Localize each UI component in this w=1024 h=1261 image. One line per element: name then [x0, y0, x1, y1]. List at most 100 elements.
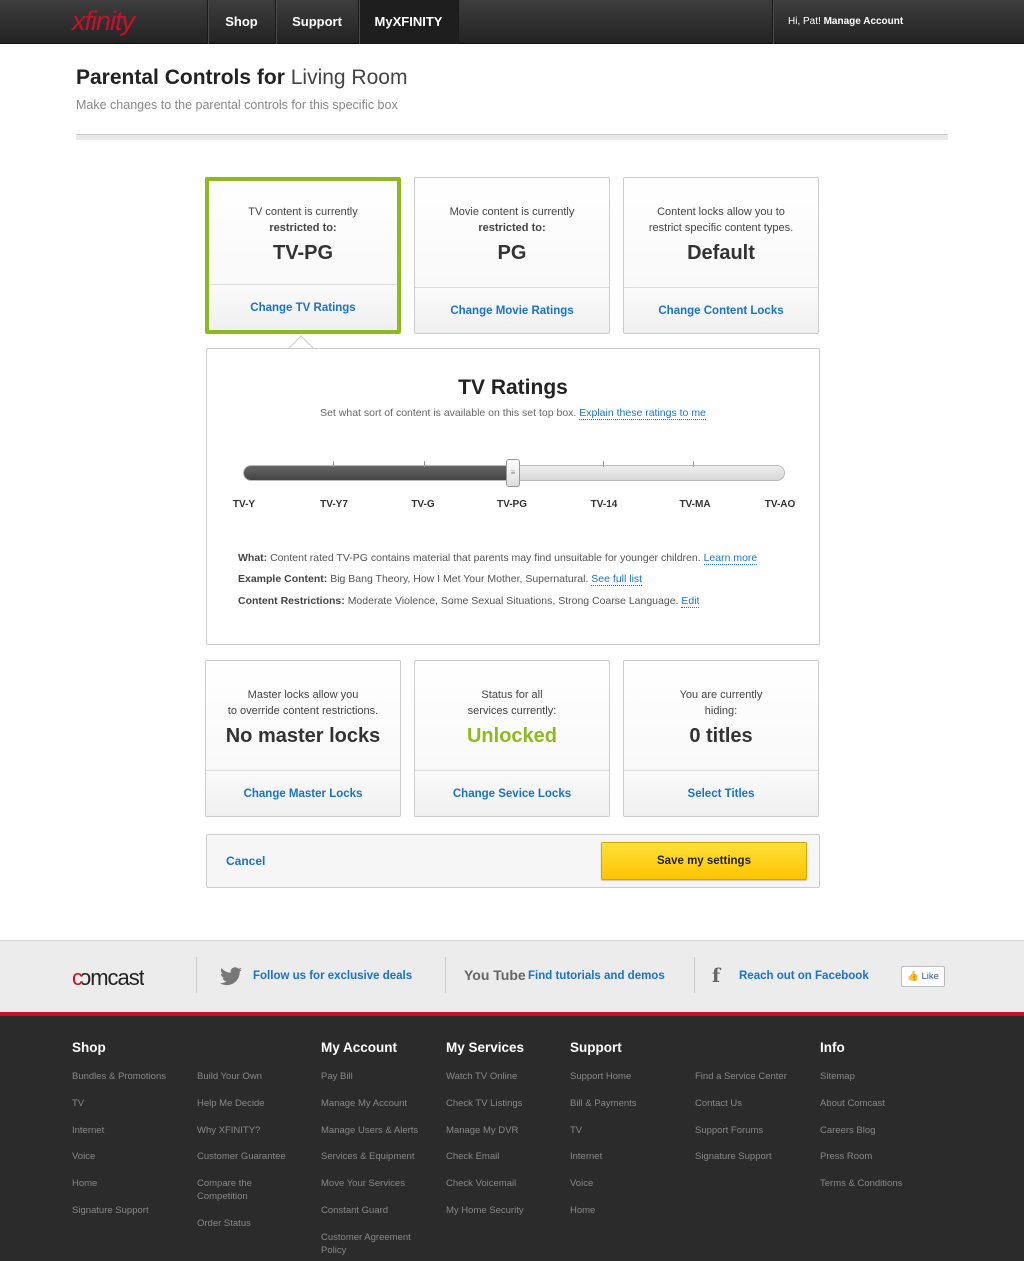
- xfinity-logo[interactable]: xfinity: [72, 6, 135, 37]
- slider-tick: [424, 461, 425, 467]
- twitter-link[interactable]: Follow us for exclusive deals: [253, 970, 412, 982]
- tv-ratings-panel: TV Ratings Set what sort of content is a…: [206, 348, 820, 645]
- top-nav: xfinity Shop Support MyXFINITY Hi, Pat! …: [0, 0, 1024, 44]
- footer-link[interactable]: Order Status: [197, 1217, 307, 1230]
- rating-slider-handle[interactable]: ≡: [506, 459, 520, 487]
- youtube-link[interactable]: Find tutorials and demos: [528, 970, 665, 982]
- page-title: Parental Controls for Living Room: [76, 66, 408, 89]
- footer-link[interactable]: Bundles & Promotions: [72, 1070, 182, 1083]
- footer-link[interactable]: Bill & Payments: [570, 1097, 680, 1110]
- footer-link[interactable]: Check Voicemail: [446, 1177, 556, 1190]
- content-locks-card: Content locks allow you to restrict speci…: [623, 177, 819, 334]
- footer-link[interactable]: Constant Guard: [321, 1204, 431, 1217]
- master-locks-value: No master locks: [225, 725, 381, 747]
- nav-shop[interactable]: Shop: [207, 0, 275, 44]
- site-footer: Shop My Account My Services Support Info…: [0, 1016, 1024, 1261]
- hidden-titles-value: 0 titles: [689, 725, 753, 747]
- footer-link[interactable]: Manage My DVR: [446, 1124, 556, 1137]
- youtube-icon[interactable]: You Tube: [464, 967, 526, 983]
- footer-link[interactable]: Support Forums: [695, 1124, 805, 1137]
- slider-tick: [693, 461, 694, 467]
- facebook-link[interactable]: Reach out on Facebook: [739, 970, 869, 982]
- rating-label-tv-y7[interactable]: TV-Y7: [304, 499, 364, 510]
- footer-link[interactable]: Move Your Services: [321, 1177, 431, 1190]
- master-locks-card: Master locks allow you to override conten…: [205, 660, 401, 817]
- edit-restrictions-link[interactable]: Edit: [681, 595, 700, 608]
- manage-account-link[interactable]: Manage Account: [824, 16, 904, 27]
- footer-link[interactable]: Check TV Listings: [446, 1097, 556, 1110]
- facebook-icon[interactable]: f: [712, 965, 720, 987]
- change-movie-ratings-button[interactable]: Change Movie Ratings: [415, 287, 609, 333]
- footer-link[interactable]: Internet: [570, 1150, 680, 1163]
- footer-link[interactable]: Watch TV Online: [446, 1070, 556, 1083]
- footer-link[interactable]: TV: [570, 1124, 680, 1137]
- rating-label-tv-14[interactable]: TV-14: [574, 499, 634, 510]
- footer-heading-info: Info: [820, 1040, 845, 1055]
- change-tv-ratings-button[interactable]: Change TV Ratings: [209, 284, 397, 330]
- footer-heading-services: My Services: [446, 1040, 525, 1055]
- divider: [196, 957, 197, 993]
- footer-link[interactable]: Manage My Account: [321, 1097, 431, 1110]
- rating-label-tv-y[interactable]: TV-Y: [214, 499, 274, 510]
- cancel-button[interactable]: Cancel: [226, 854, 265, 868]
- footer-link[interactable]: Support Home: [570, 1070, 680, 1083]
- footer-link[interactable]: Manage Users & Alerts: [321, 1124, 431, 1137]
- footer-link[interactable]: Internet: [72, 1124, 182, 1137]
- movie-rating-value: PG: [497, 242, 527, 264]
- change-service-locks-button[interactable]: Change Sevice Locks: [415, 770, 609, 816]
- rating-label-tv-pg[interactable]: TV-PG: [482, 499, 542, 510]
- select-titles-button[interactable]: Select Titles: [624, 770, 818, 816]
- slider-tick: [333, 461, 334, 467]
- footer-link[interactable]: Build Your Own: [197, 1070, 307, 1083]
- footer-link[interactable]: Find a Service Center: [695, 1070, 805, 1083]
- footer-link[interactable]: Voice: [72, 1150, 182, 1163]
- save-settings-button[interactable]: Save my settings: [601, 842, 807, 880]
- footer-link[interactable]: Customer Guarantee: [197, 1150, 307, 1163]
- tv-content-card: TV content is currently restricted to: TV…: [205, 177, 401, 334]
- account-area: Hi, Pat! Manage Account: [772, 0, 1024, 44]
- footer-link[interactable]: Terms & Conditions: [820, 1177, 930, 1190]
- nav-myxfinity[interactable]: MyXFINITY: [358, 0, 459, 44]
- footer-link[interactable]: Why XFINITY?: [197, 1124, 307, 1137]
- footer-link[interactable]: Home: [570, 1204, 680, 1217]
- footer-heading-shop: Shop: [72, 1040, 106, 1055]
- divider: [76, 134, 948, 140]
- footer-link[interactable]: Signature Support: [72, 1204, 182, 1217]
- footer-link[interactable]: Check Email: [446, 1150, 556, 1163]
- footer-link[interactable]: Services & Equipment: [321, 1150, 431, 1163]
- footer-link[interactable]: Pay Bill: [321, 1070, 431, 1083]
- footer-link[interactable]: My Home Security: [446, 1204, 556, 1217]
- footer-link[interactable]: Signature Support: [695, 1150, 805, 1163]
- rating-label-tv-ma[interactable]: TV-MA: [665, 499, 725, 510]
- footer-link[interactable]: Careers Blog: [820, 1124, 930, 1137]
- rating-what: What: Content rated TV-PG contains mater…: [238, 552, 758, 565]
- footer-link[interactable]: Help Me Decide: [197, 1097, 307, 1110]
- comcast-logo[interactable]: ccomcast: [72, 965, 144, 991]
- twitter-icon[interactable]: [219, 967, 243, 987]
- footer-link[interactable]: Home: [72, 1177, 182, 1190]
- tv-ratings-title: TV Ratings: [458, 376, 568, 399]
- footer-link[interactable]: Compare the Competition: [197, 1177, 277, 1203]
- nav-support[interactable]: Support: [275, 0, 358, 44]
- footer-link[interactable]: Sitemap: [820, 1070, 930, 1083]
- learn-more-link[interactable]: Learn more: [703, 552, 758, 565]
- facebook-like-button[interactable]: 👍 Like: [901, 966, 945, 987]
- see-full-list-link[interactable]: See full list: [591, 573, 643, 586]
- divider: [694, 957, 695, 993]
- content-locks-value: Default: [687, 242, 755, 264]
- footer-heading-support: Support: [570, 1040, 622, 1055]
- footer-link[interactable]: Customer Agreement Policy: [321, 1231, 421, 1257]
- explain-ratings-link[interactable]: Explain these ratings to me: [579, 407, 706, 420]
- footer-link[interactable]: Voice: [570, 1177, 680, 1190]
- footer-link[interactable]: TV: [72, 1097, 182, 1110]
- slider-tick: [603, 461, 604, 467]
- change-content-locks-button[interactable]: Change Content Locks: [624, 287, 818, 333]
- rating-label-tv-ao[interactable]: TV-AO: [750, 499, 810, 510]
- change-master-locks-button[interactable]: Change Master Locks: [206, 770, 400, 816]
- action-bar: Cancel Save my settings: [206, 834, 820, 888]
- footer-link[interactable]: About Comcast: [820, 1097, 930, 1110]
- rating-label-tv-g[interactable]: TV-G: [393, 499, 453, 510]
- footer-link[interactable]: Contact Us: [695, 1097, 805, 1110]
- rating-slider-fill: [244, 466, 514, 480]
- footer-link[interactable]: Press Room: [820, 1150, 930, 1163]
